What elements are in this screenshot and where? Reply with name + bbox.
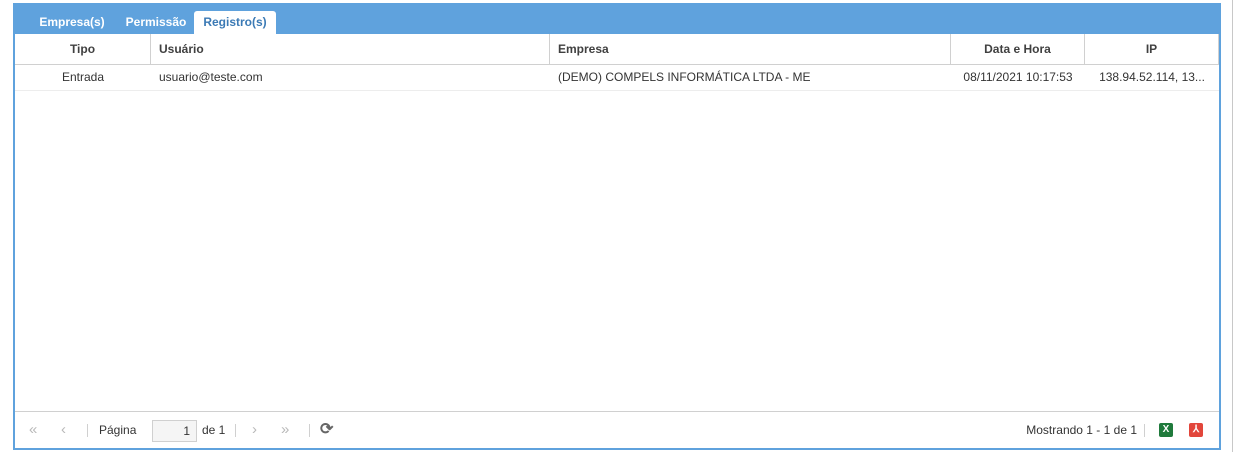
tab-empresas[interactable]: Empresa(s) xyxy=(26,11,118,34)
page-number-input[interactable] xyxy=(152,420,197,442)
column-header-empresa[interactable]: Empresa xyxy=(550,34,951,64)
grid-header: Tipo Usuário Empresa Data e Hora IP xyxy=(15,34,1219,65)
cell-empresa: (DEMO) COMPELS INFORMÁTICA LTDA - ME xyxy=(558,70,811,84)
tab-empresas-label: Empresa(s) xyxy=(39,15,105,29)
page-scrollbar[interactable] xyxy=(1232,0,1233,452)
page-count-label: de 1 xyxy=(202,423,226,437)
last-page-icon[interactable]: » xyxy=(281,412,289,448)
toolbar-separator xyxy=(235,424,236,437)
page-label: Página xyxy=(99,423,137,437)
cell-usuario: usuario@teste.com xyxy=(159,70,263,84)
registros-panel: Empresa(s) Permissão Registro(s) Tipo Us… xyxy=(13,3,1221,450)
tab-registros-label: Registro(s) xyxy=(203,15,267,29)
column-header-data-hora[interactable]: Data e Hora xyxy=(951,34,1085,64)
tab-permissao[interactable]: Permissão xyxy=(118,11,194,34)
refresh-icon[interactable]: ⟳ xyxy=(320,412,333,448)
table-row[interactable]: Entrada usuario@teste.com (DEMO) COMPELS… xyxy=(15,65,1219,91)
column-header-empresa-label: Empresa xyxy=(558,42,609,56)
toolbar-separator xyxy=(309,424,310,437)
cell-tipo: Entrada xyxy=(61,70,105,84)
tab-permissao-label: Permissão xyxy=(125,15,187,29)
column-header-data-hora-label: Data e Hora xyxy=(984,42,1051,56)
column-header-ip[interactable]: IP xyxy=(1085,34,1219,64)
previous-page-icon[interactable]: ‹ xyxy=(61,412,66,448)
cell-ip: 138.94.52.114, 13... xyxy=(1099,70,1205,84)
excel-export-icon[interactable]: X xyxy=(1159,423,1173,437)
first-page-icon[interactable]: « xyxy=(29,412,37,448)
column-header-ip-label: IP xyxy=(1145,42,1158,56)
tab-registros[interactable]: Registro(s) xyxy=(194,11,276,34)
toolbar-separator xyxy=(87,424,88,437)
pdf-export-icon[interactable]: ⅄ xyxy=(1189,423,1203,437)
toolbar-separator xyxy=(1144,424,1145,437)
column-header-usuario[interactable]: Usuário xyxy=(151,34,550,64)
cell-data-hora: 08/11/2021 10:17:53 xyxy=(963,70,1073,84)
column-header-usuario-label: Usuário xyxy=(159,42,204,56)
tab-bar: Empresa(s) Permissão Registro(s) xyxy=(15,5,1219,34)
paging-toolbar: « ‹ Página de 1 › » ⟳ Mostrando 1 - 1 de… xyxy=(15,411,1219,448)
next-page-icon[interactable]: › xyxy=(252,412,257,448)
paging-status: Mostrando 1 - 1 de 1 xyxy=(1026,423,1137,437)
column-header-tipo[interactable]: Tipo xyxy=(15,34,151,64)
column-header-tipo-label: Tipo xyxy=(69,42,96,56)
